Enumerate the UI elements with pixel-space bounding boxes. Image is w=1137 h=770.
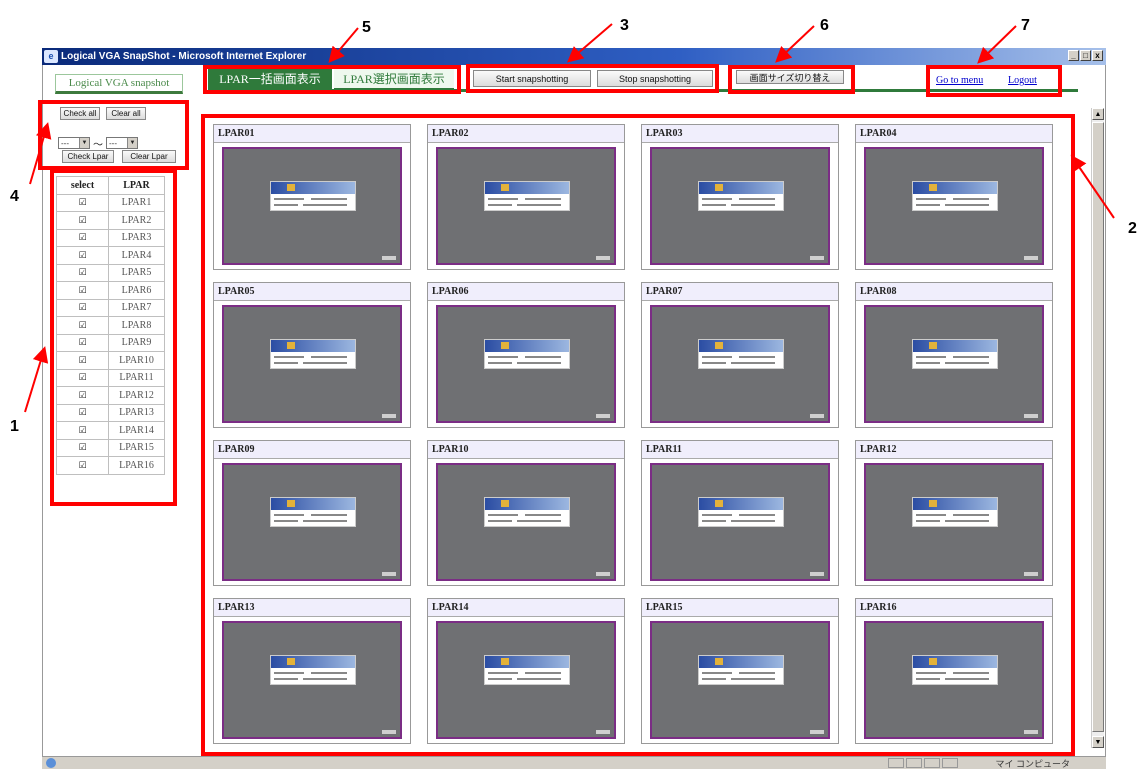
callout-number-6: 6 — [820, 17, 829, 34]
leader-line-2 — [1070, 154, 1115, 219]
callout-number-5: 5 — [362, 19, 371, 36]
callout-number-1: 1 — [10, 418, 19, 435]
leader-line-4 — [29, 122, 52, 185]
callout-leaders — [24, 23, 1115, 413]
callout-number-4: 4 — [10, 188, 19, 205]
leader-line-5 — [328, 27, 359, 64]
leader-line-6 — [775, 25, 815, 63]
callout-number-2: 2 — [1128, 220, 1137, 237]
callout-number-3: 3 — [620, 17, 629, 34]
leader-line-7 — [977, 25, 1017, 64]
callout-number-7: 7 — [1021, 17, 1030, 34]
leader-line-1 — [24, 346, 49, 413]
leader-line-3 — [566, 23, 613, 63]
